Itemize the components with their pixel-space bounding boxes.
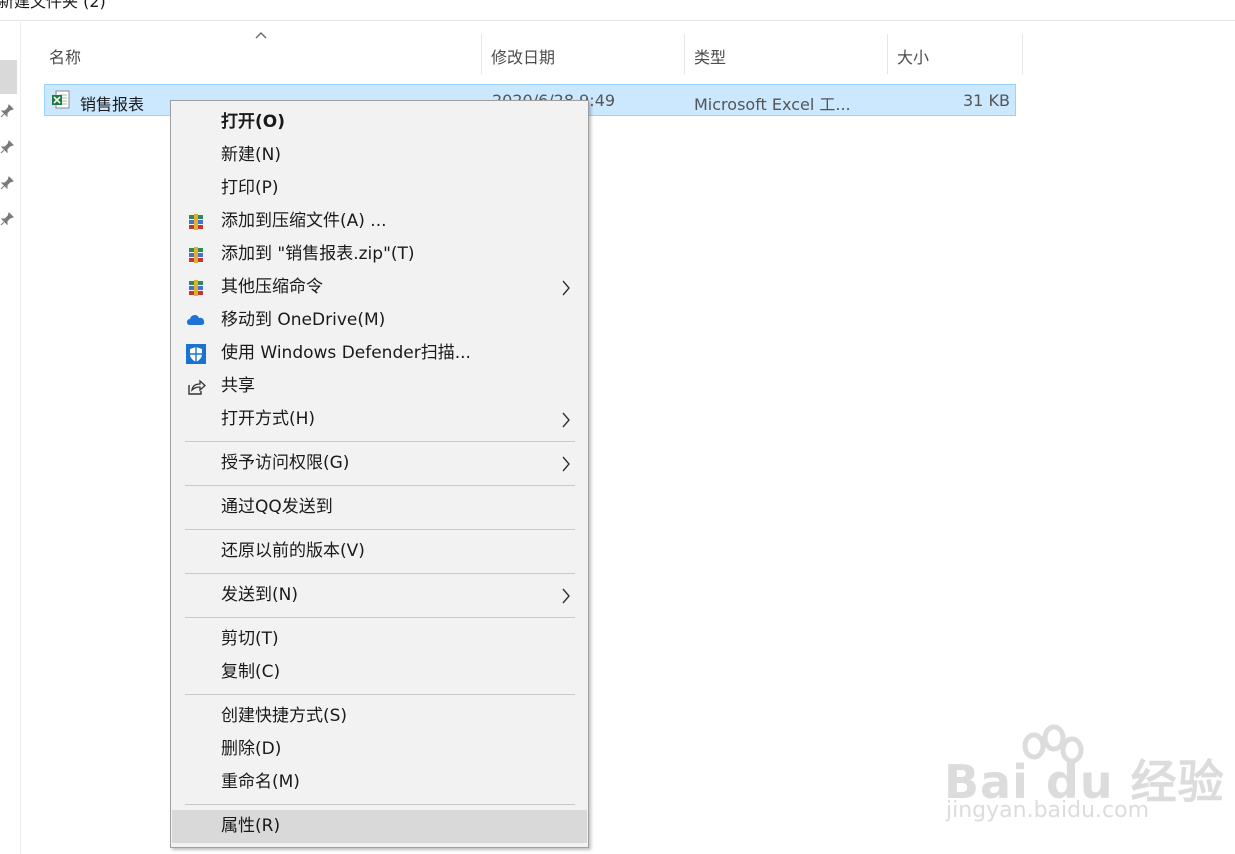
menu-item-move-onedrive[interactable]: 移动到 OneDrive(M) [172,304,587,337]
nav-selected-item[interactable] [0,60,17,94]
winrar-icon [189,247,203,263]
watermark-url: jingyan.baidu.com [946,798,1150,823]
chevron-right-icon [562,280,570,296]
menu-separator [185,617,575,618]
column-divider[interactable] [684,34,685,74]
menu-item-send-to[interactable]: 发送到(N) [172,579,587,612]
menu-item-cut[interactable]: 剪切(T) [172,623,587,656]
column-header-name[interactable]: 名称 [49,44,81,68]
file-size: 31 KB [963,91,1010,110]
sort-ascending-icon [255,32,267,39]
menu-item-add-archive[interactable]: 添加到压缩文件(A) ... [172,205,587,238]
menu-item-new[interactable]: 新建(N) [172,139,587,172]
menu-item-print[interactable]: 打印(P) [172,172,587,205]
chevron-right-icon [562,456,570,472]
pin-icon[interactable] [0,212,14,226]
chevron-right-icon [562,588,570,604]
menu-item-rename[interactable]: 重命名(M) [172,766,587,799]
winrar-icon [189,214,203,230]
menu-item-defender-scan[interactable]: 使用 Windows Defender扫描... [172,337,587,370]
file-type: Microsoft Excel 工... [694,95,851,114]
column-divider[interactable] [481,34,482,74]
column-divider[interactable] [1022,34,1023,74]
menu-item-open[interactable]: 打开(O) [172,106,587,139]
column-header-type[interactable]: 类型 [694,44,726,68]
window-title: 新建文件夹 (2) [0,0,106,11]
menu-separator [185,485,575,486]
menu-item-grant-access[interactable]: 授予访问权限(G) [172,447,587,480]
pin-icon[interactable] [0,176,14,190]
menu-item-properties[interactable]: 属性(R) [172,810,587,843]
menu-item-open-with[interactable]: 打开方式(H) [172,403,587,436]
file-name: 销售报表 [80,95,145,114]
column-header-modified[interactable]: 修改日期 [491,44,555,68]
menu-item-other-compress[interactable]: 其他压缩命令 [172,271,587,304]
navigation-pane[interactable] [0,22,21,854]
column-header-row: 名称 修改日期 类型 大小 [20,22,1235,84]
pin-icon[interactable] [0,140,14,154]
chevron-right-icon [562,412,570,428]
column-divider[interactable] [887,34,888,74]
excel-file-icon [52,90,70,109]
menu-separator [185,804,575,805]
menu-item-restore-versions[interactable]: 还原以前的版本(V) [172,535,587,568]
context-menu: 打开(O) 新建(N) 打印(P) 添加到压缩文件(A) ... 添加到 "销售… [170,100,589,848]
menu-item-create-shortcut[interactable]: 创建快捷方式(S) [172,700,587,733]
window-title-bar: 新建文件夹 (2) [0,0,1235,21]
menu-item-share[interactable]: 共享 [172,370,587,403]
onedrive-cloud-icon [187,315,205,325]
menu-item-copy[interactable]: 复制(C) [172,656,587,689]
menu-item-send-qq[interactable]: 通过QQ发送到 [172,491,587,524]
column-header-size[interactable]: 大小 [897,44,929,68]
menu-separator [185,573,575,574]
pin-icon[interactable] [0,104,14,118]
menu-separator [185,694,575,695]
menu-separator [185,529,575,530]
menu-item-delete[interactable]: 删除(D) [172,733,587,766]
menu-separator [185,441,575,442]
defender-shield-icon [186,344,206,364]
share-icon [188,379,206,395]
winrar-icon [189,280,203,296]
menu-item-add-zip[interactable]: 添加到 "销售报表.zip"(T) [172,238,587,271]
